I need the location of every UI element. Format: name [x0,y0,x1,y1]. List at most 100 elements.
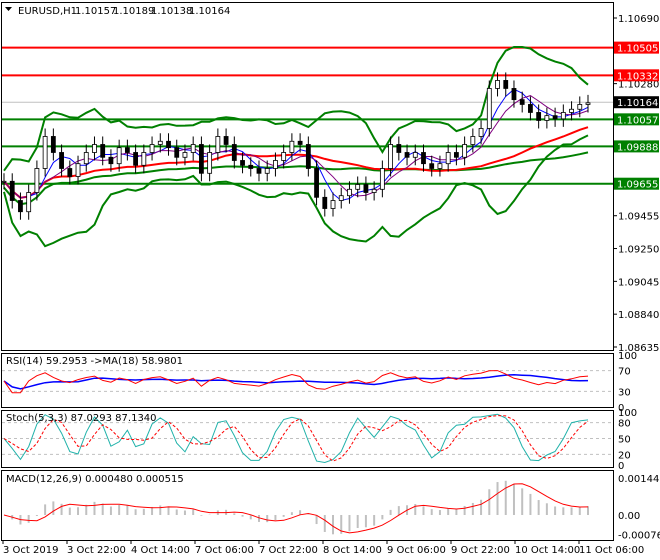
candle-body [166,140,171,149]
trading-chart[interactable]: 1.10690 1.10280 1.09455 1.09250 1.09045 1.088… [0,0,660,560]
candle-body [519,99,525,105]
moving-average-red [3,126,589,199]
pane-frame [1,2,614,351]
candle-body [215,136,221,153]
level-label: 1.09888 [617,142,658,153]
macd-tick-label: 0.00 [618,511,640,522]
candle-body [157,140,163,145]
candle-body [207,152,213,174]
candle-body [133,152,139,166]
ohlc-low: 1.10138 [151,6,192,17]
time-label: 4 Oct 14:00 [131,545,190,556]
candle-body [486,88,492,129]
candle-body [83,152,89,165]
candle-body [396,144,402,153]
candle-body [371,188,377,193]
candle-body [577,104,583,110]
candle-body [1,180,7,183]
stoch-label: Stoch(5,3,3) 87.0293 87.1340 [6,413,157,424]
symbol-header: EURUSD,H1 [18,6,77,17]
time-label: 9 Oct 06:00 [387,545,446,556]
candle-body [9,180,15,201]
candle-body [528,104,533,113]
candle-body [248,164,254,169]
candle-body [388,144,393,169]
candle-body [453,152,459,158]
candle-body [429,163,435,169]
main-price-pane: 1.106901.102801.094551.092501.090451.088… [1,2,659,354]
macd-label: MACD(12,26,9) 0.000480 0.000515 [6,474,184,485]
macd-tick-label: -0.000764 [618,531,660,542]
stoch-tick-label: 0 [618,461,624,472]
candle-body [264,168,270,174]
ohlc-close: 1.10164 [189,6,230,17]
candle-body [281,152,287,161]
candle-body [75,163,81,177]
rsi-tick-label: 100 [618,351,637,362]
candle-body [289,140,295,153]
candle-body [141,152,147,166]
collapse-triangle-icon[interactable] [5,7,12,11]
candle-body [569,108,574,113]
time-label: 10 Oct 14:00 [515,545,580,556]
candle-body [108,156,114,165]
candle-body [182,152,188,158]
candle-body [67,168,73,177]
price-tick-label: 1.09250 [618,245,659,256]
candle-body [511,88,517,101]
price-tick-label: 1.09455 [618,212,659,223]
rsi-label: RSI(14) 59.2953 ->MA(18) 58.9801 [6,356,183,367]
time-label: 3 Oct 2019 [3,545,58,556]
candle-body [174,147,180,158]
candle-body [437,163,443,169]
stoch-tick-label: 20 [618,450,631,461]
candle-body [585,102,591,105]
candle-body [445,152,451,165]
candle-body [347,188,352,197]
bollinger-lower [3,134,589,248]
candle-body [379,168,385,190]
stoch-tick-label: 50 [618,435,631,446]
ohlc-high: 1.10189 [113,6,154,17]
candle-body [412,152,418,158]
candle-body [273,160,278,169]
candle-body [149,144,155,153]
candle-body [297,140,303,145]
level-label: 1.10057 [617,115,658,126]
candle-body [50,136,56,153]
candle-body [536,112,542,121]
candle-body [462,144,468,158]
candle-body [544,115,550,121]
time-label: 9 Oct 22:00 [451,545,510,556]
candle-body [223,136,229,145]
candle-body [503,80,509,89]
candle-body [314,168,319,198]
current-price-label: 1.10164 [617,98,658,109]
candle-body [256,168,262,174]
candle-body [124,147,130,153]
candle-body [190,144,196,153]
candle-body [26,192,32,213]
candle-body [478,128,484,137]
stoch-tick-label: 80 [618,419,631,430]
candle-body [240,160,245,166]
candle-body [100,144,106,158]
price-tick-label: 1.08840 [618,310,659,321]
candle-body [363,184,369,193]
level-label: 1.10505 [617,44,658,55]
candle-body [18,200,23,213]
candle-body [552,115,558,120]
time-label: 7 Oct 06:00 [195,545,254,556]
time-label: 3 Oct 22:00 [67,545,126,556]
candle-body [34,168,40,193]
candle-body [338,195,344,201]
candle-body [421,152,426,165]
macd-signal-line [3,483,589,534]
chart-canvas[interactable]: 1.106901.102801.094551.092501.090451.088… [0,0,660,560]
candle-body [42,136,48,169]
candle-body [305,144,311,169]
candle-body [470,136,476,145]
candle-body [404,152,410,158]
candle-body [355,184,361,190]
price-tick-label: 1.10690 [618,14,659,25]
